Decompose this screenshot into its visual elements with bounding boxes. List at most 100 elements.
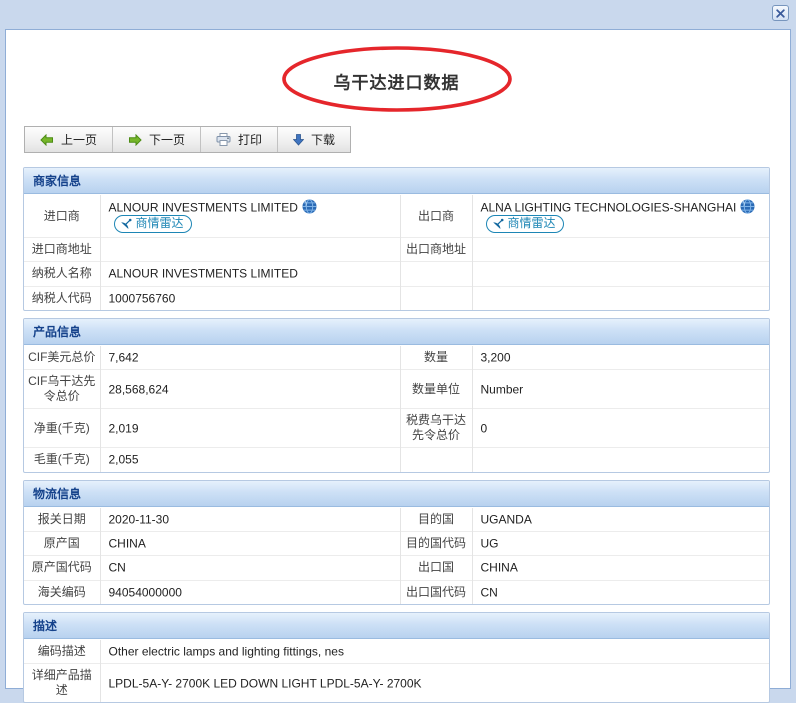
field-label: 进口商地址 — [24, 238, 100, 262]
radar-icon — [492, 218, 505, 230]
table-row: CIF美元总价7,642数量3,200 — [24, 346, 769, 370]
field-value: Other electric lamps and lighting fittin… — [100, 640, 769, 664]
field-value-text: 2020-11-30 — [109, 512, 170, 526]
prev-page-button[interactable]: 上一页 — [25, 127, 113, 152]
dialog-panel: 乌干达进口数据 上一页 下一页 打印 — [5, 29, 791, 689]
section-table: 报关日期2020-11-30目的国UGANDA原产国CHINA目的国代码UG原产… — [24, 508, 769, 604]
field-value-text: 1000756760 — [109, 291, 176, 305]
field-value-text: UG — [481, 536, 499, 550]
field-value-text: CN — [481, 585, 498, 599]
section-product: 产品信息CIF美元总价7,642数量3,200CIF乌干达先令总价28,568,… — [23, 318, 770, 473]
field-value: CN — [100, 556, 400, 580]
next-page-label: 下一页 — [149, 131, 185, 148]
field-value: CHINA — [100, 531, 400, 555]
field-value: 28,568,624 — [100, 370, 400, 409]
field-label: 报关日期 — [24, 508, 100, 532]
field-label: CIF乌干达先令总价 — [24, 370, 100, 409]
field-label: 毛重(千克) — [24, 448, 100, 472]
close-icon — [776, 9, 785, 18]
field-value-text: 28,568,624 — [109, 382, 169, 396]
section-logistics: 物流信息报关日期2020-11-30目的国UGANDA原产国CHINA目的国代码… — [23, 480, 770, 605]
field-value: Number — [472, 370, 769, 409]
section-table: CIF美元总价7,642数量3,200CIF乌干达先令总价28,568,624数… — [24, 346, 769, 472]
field-value: ALNOUR INVESTMENTS LIMITED 商情雷达 — [100, 195, 400, 238]
table-row: 原产国 CHINA 目的国代码 UG — [24, 531, 769, 555]
title-zone: 乌干达进口数据 — [23, 44, 770, 118]
field-value: 7,642 — [100, 346, 400, 370]
field-label: 出口国代码 — [400, 580, 472, 604]
table-row: 纳税人代码 1000756760 — [24, 286, 769, 310]
field-label: 出口商 — [400, 195, 472, 238]
table-row: 进口商地址 出口商地址 — [24, 238, 769, 262]
field-label: 净重(千克) — [24, 409, 100, 448]
field-label: 纳税人名称 — [24, 262, 100, 286]
field-value: ALNOUR INVESTMENTS LIMITED — [100, 262, 400, 286]
field-label: 出口商地址 — [400, 238, 472, 262]
section-table: 进口商ALNOUR INVESTMENTS LIMITED 商情雷达出口商ALN… — [24, 195, 769, 310]
next-arrow-icon — [128, 134, 142, 146]
field-value-text: 3,200 — [481, 350, 511, 364]
close-button[interactable] — [772, 5, 789, 21]
print-button[interactable]: 打印 — [201, 127, 278, 152]
field-value-text: CN — [109, 561, 126, 575]
section-title: 商家信息 — [24, 168, 769, 194]
field-label: 数量单位 — [400, 370, 472, 409]
globe-icon[interactable] — [302, 199, 317, 214]
field-value: UGANDA — [472, 508, 769, 532]
field-label: 原产国代码 — [24, 556, 100, 580]
field-label: 数量 — [400, 346, 472, 370]
field-value-text: 94054000000 — [109, 585, 182, 599]
field-value — [100, 238, 400, 262]
section-merchant: 商家信息进口商ALNOUR INVESTMENTS LIMITED 商情雷达出口… — [23, 167, 770, 311]
field-label: 目的国代码 — [400, 531, 472, 555]
section-title: 产品信息 — [24, 319, 769, 345]
page-title: 乌干达进口数据 — [23, 69, 770, 94]
field-label — [400, 262, 472, 286]
field-label — [400, 448, 472, 472]
field-label: 原产国 — [24, 531, 100, 555]
globe-icon[interactable] — [740, 199, 755, 214]
radar-badge[interactable]: 商情雷达 — [486, 215, 564, 233]
field-value — [472, 448, 769, 472]
field-value-text: CHINA — [481, 561, 518, 575]
field-value: 94054000000 — [100, 580, 400, 604]
print-icon — [216, 133, 231, 146]
field-value-text: CHINA — [109, 536, 146, 550]
field-value: 2,055 — [100, 448, 400, 472]
sections: 商家信息进口商ALNOUR INVESTMENTS LIMITED 商情雷达出口… — [23, 167, 770, 703]
table-row: 净重(千克)2,019税费乌干达先令总价0 — [24, 409, 769, 448]
table-row: 报关日期2020-11-30目的国UGANDA — [24, 508, 769, 532]
download-label: 下载 — [311, 131, 335, 148]
prev-page-label: 上一页 — [61, 131, 97, 148]
field-label: 出口国 — [400, 556, 472, 580]
table-row: 详细产品描述 LPDL-5A-Y- 2700K LED DOWN LIGHT LP… — [24, 664, 769, 703]
field-value-text: 2,055 — [109, 453, 139, 467]
section-table: 编码描述Other electric lamps and lighting fi… — [24, 640, 769, 702]
radar-icon — [120, 218, 133, 230]
table-row: 海关编码94054000000出口国代码CN — [24, 580, 769, 604]
field-value-text: 0 — [481, 421, 488, 435]
radar-badge-label: 商情雷达 — [136, 216, 184, 231]
prev-arrow-icon — [40, 134, 54, 146]
field-value: 2020-11-30 — [100, 508, 400, 532]
download-arrow-icon — [293, 134, 304, 146]
field-value: CHINA — [472, 556, 769, 580]
field-value — [472, 238, 769, 262]
dialog-titlebar — [0, 0, 796, 29]
table-row: 毛重(千克) 2,055 — [24, 448, 769, 472]
field-value: LPDL-5A-Y- 2700K LED DOWN LIGHT LPDL-5A-… — [100, 664, 769, 703]
field-value-text: 7,642 — [109, 350, 139, 364]
field-label: 详细产品描述 — [24, 664, 100, 703]
field-value-text: ALNA LIGHTING TECHNOLOGIES-SHANGHAI — [481, 200, 737, 214]
radar-badge[interactable]: 商情雷达 — [114, 215, 192, 233]
field-value — [472, 262, 769, 286]
field-value-text: ALNOUR INVESTMENTS LIMITED — [109, 267, 298, 281]
field-value: 1000756760 — [100, 286, 400, 310]
field-value-text: LPDL-5A-Y- 2700K LED DOWN LIGHT LPDL-5A-… — [109, 676, 422, 690]
download-button[interactable]: 下载 — [278, 127, 350, 152]
field-value: UG — [472, 531, 769, 555]
field-label — [400, 286, 472, 310]
field-label: 纳税人代码 — [24, 286, 100, 310]
section-title: 描述 — [24, 613, 769, 639]
next-page-button[interactable]: 下一页 — [113, 127, 201, 152]
